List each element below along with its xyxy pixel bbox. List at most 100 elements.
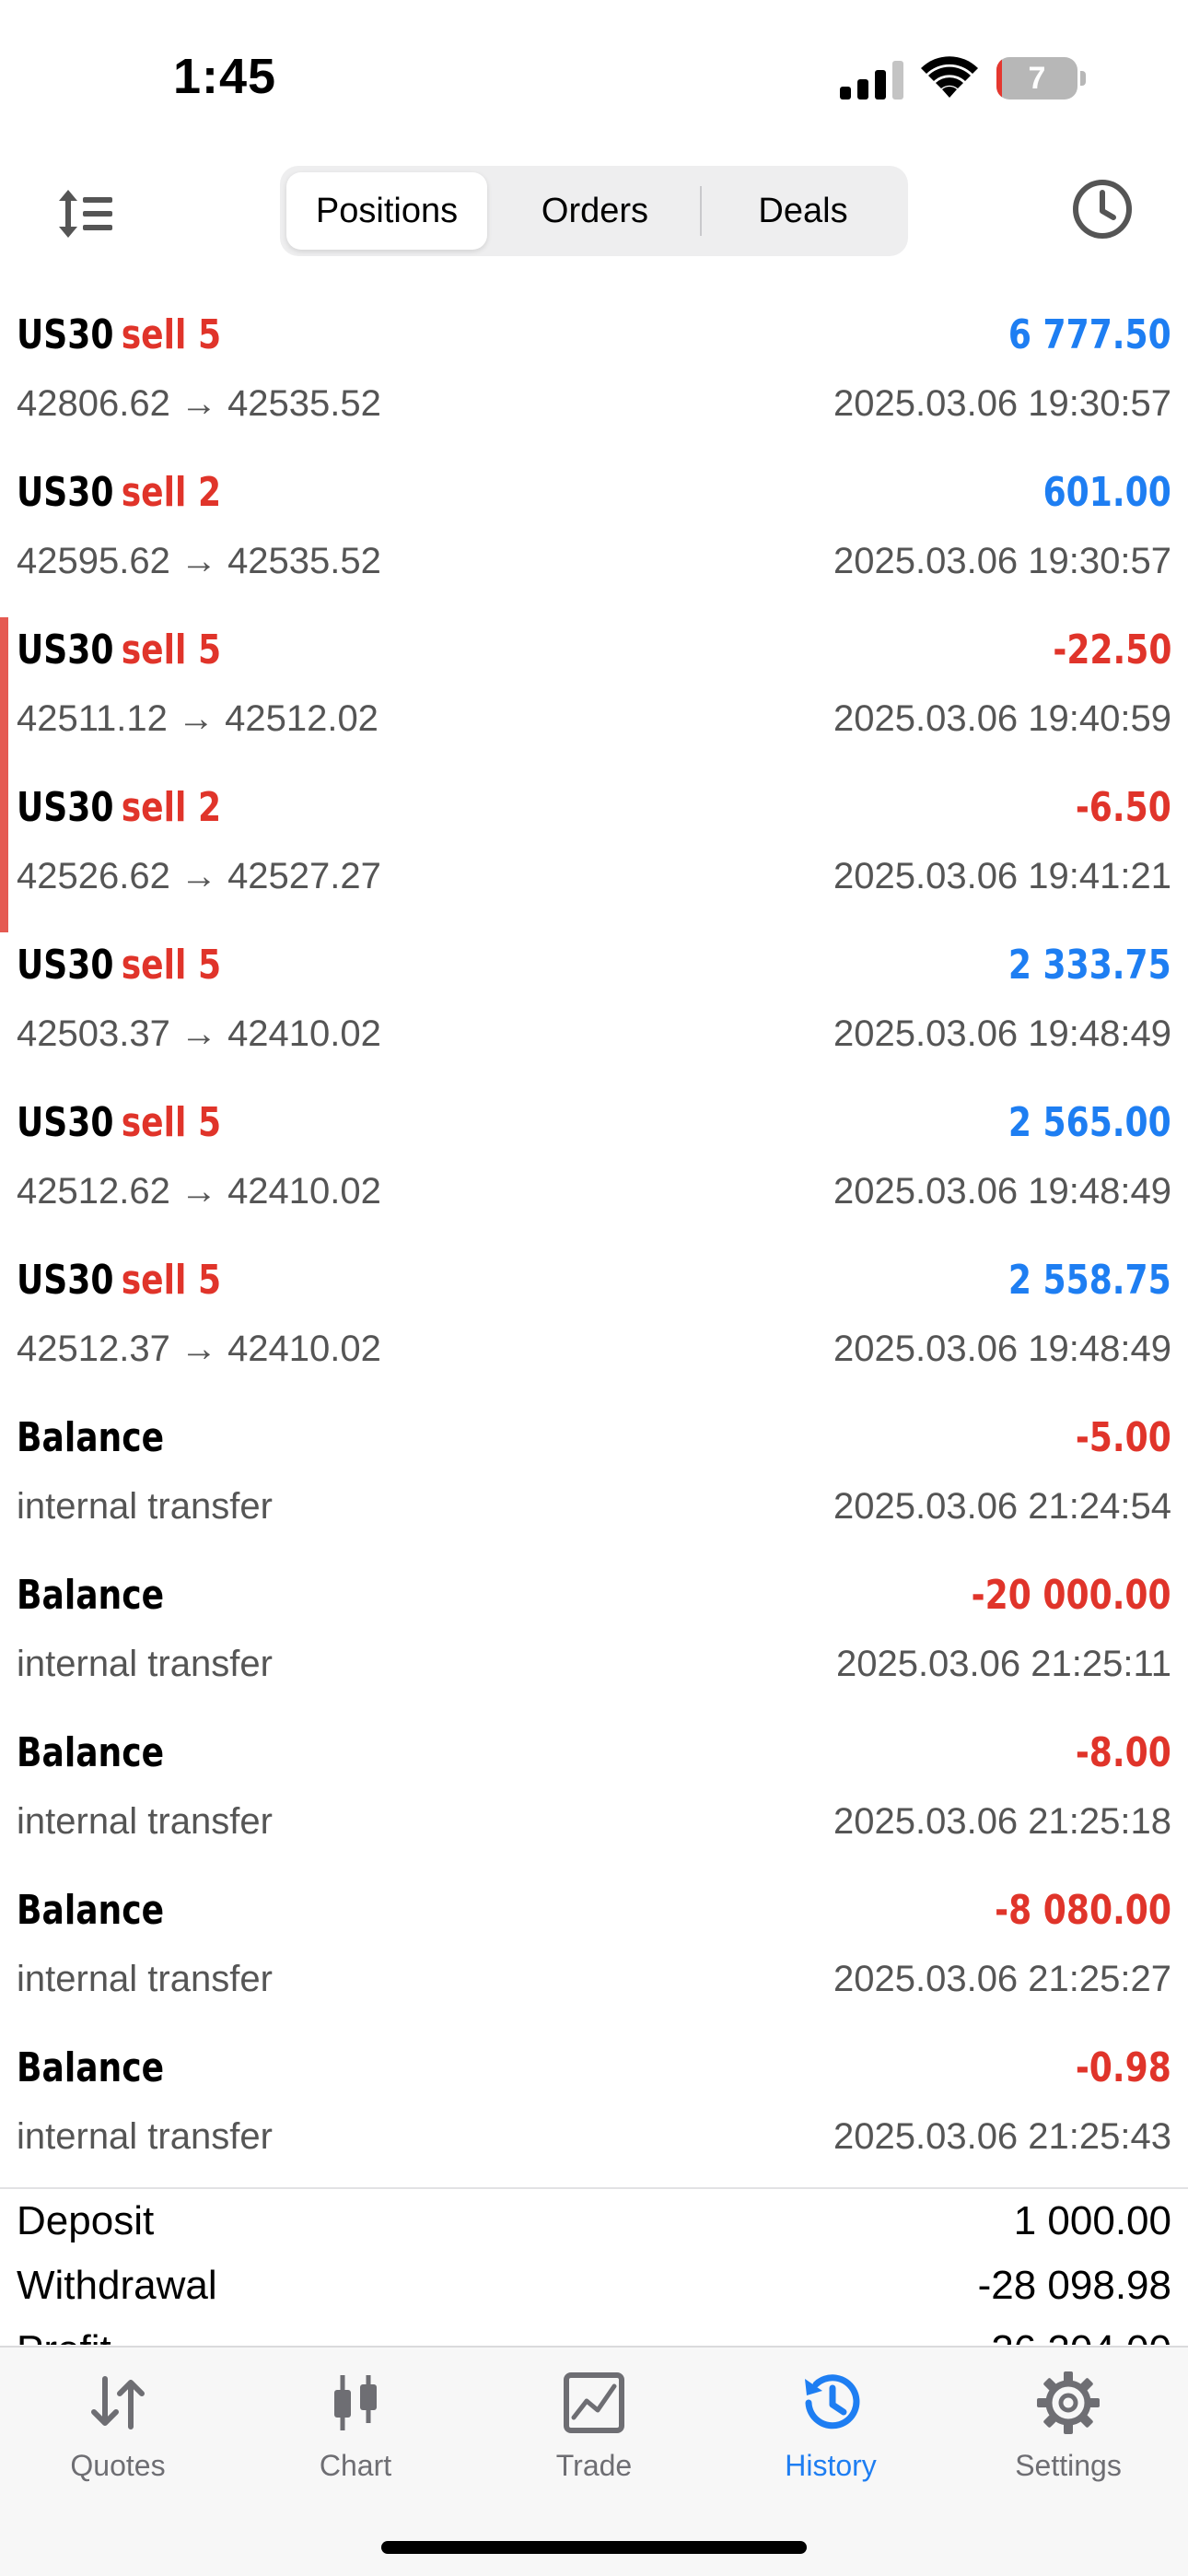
row-amount: 2 333.75	[1008, 942, 1171, 989]
row-subtitle: internal transfer	[17, 1486, 273, 1527]
history-clock-icon	[805, 2374, 860, 2430]
row-symbol: Balance	[17, 1887, 165, 1934]
gear-icon	[1037, 2371, 1100, 2434]
row-symbol: Balance	[17, 2044, 165, 2091]
row-datetime: 2025.03.06 19:48:49	[833, 1013, 1171, 1054]
history-row[interactable]: Balance -8.00 internal transfer 2025.03.…	[0, 1720, 1188, 1878]
row-amount: -8 080.00	[995, 1887, 1171, 1934]
clock-icon[interactable]	[1070, 177, 1135, 241]
row-subtitle: 42526.62 → 42527.27	[17, 856, 381, 896]
row-side: sell 5	[121, 626, 222, 673]
row-subtitle: 42512.62 → 42410.02	[17, 1171, 381, 1212]
row-symbol: US30	[17, 1099, 114, 1146]
history-row[interactable]: Balance -5.00 internal transfer 2025.03.…	[0, 1405, 1188, 1563]
battery-level: 7	[1028, 61, 1046, 96]
row-marker	[0, 617, 8, 775]
row-side: sell 5	[121, 942, 222, 989]
row-datetime: 2025.03.06 21:25:11	[835, 1644, 1171, 1684]
history-row[interactable]: Balance -20 000.00 internal transfer 202…	[0, 1563, 1188, 1720]
row-amount: -20 000.00	[972, 1572, 1171, 1619]
summary-divider	[0, 2187, 1188, 2189]
view-segmented-control: Positions Orders Deals	[280, 166, 908, 256]
profit-value: 26 204.00	[991, 2327, 1171, 2345]
tab-trade[interactable]: Trade	[502, 2370, 686, 2499]
quotes-arrows-icon	[91, 2376, 145, 2430]
summary-profit: Profit 26 204.00	[17, 2322, 1171, 2345]
row-subtitle: 42503.37 → 42410.02	[17, 1013, 381, 1054]
row-subtitle: 42511.12 → 42512.02	[17, 698, 379, 739]
row-subtitle: 42595.62 → 42535.52	[17, 541, 381, 581]
row-datetime: 2025.03.06 19:41:21	[833, 856, 1171, 896]
summary-withdrawal: Withdrawal -28 098.98	[17, 2257, 1171, 2322]
row-title: US30 sell 5	[17, 311, 221, 358]
row-amount: -22.50	[1052, 626, 1171, 673]
deposit-value: 1 000.00	[1013, 2198, 1171, 2243]
row-side: sell 5	[121, 1257, 222, 1304]
row-subtitle: 42806.62 → 42535.52	[17, 383, 381, 424]
tab-trade-label: Trade	[555, 2449, 633, 2482]
tab-settings[interactable]: Settings	[976, 2370, 1160, 2499]
row-title: Balance	[17, 1729, 171, 1776]
row-subtitle: internal transfer	[17, 2116, 273, 2157]
history-row[interactable]: US30 sell 5 6 777.50 42806.62 → 42535.52 …	[0, 302, 1188, 460]
row-subtitle: 42512.37 → 42410.02	[17, 1329, 381, 1369]
tab-chart[interactable]: Chart	[263, 2370, 448, 2499]
row-title: US30 sell 2	[17, 469, 221, 516]
row-amount: 2 565.00	[1008, 1099, 1171, 1146]
row-subtitle: internal transfer	[17, 1959, 273, 1999]
status-bar: 1:45 7	[0, 0, 1188, 157]
history-row[interactable]: US30 sell 2 601.00 42595.62 → 42535.52 20…	[0, 460, 1188, 617]
profit-label: Profit	[17, 2327, 111, 2345]
home-indicator	[381, 2541, 807, 2554]
tab-deals[interactable]: Deals	[705, 172, 901, 250]
row-subtitle: internal transfer	[17, 1801, 273, 1842]
row-amount: -0.98	[1076, 2044, 1171, 2091]
row-title: Balance	[17, 2044, 171, 2091]
withdrawal-label: Withdrawal	[17, 2263, 217, 2308]
tab-history[interactable]: History	[739, 2370, 923, 2499]
row-marker	[0, 775, 8, 932]
tab-positions[interactable]: Positions	[286, 172, 487, 250]
history-row[interactable]: US30 sell 5 -22.50 42511.12 → 42512.02 20…	[0, 617, 1188, 775]
history-toolbar: Positions Orders Deals	[0, 157, 1188, 267]
tab-quotes-label: Quotes	[70, 2449, 166, 2482]
tab-quotes[interactable]: Quotes	[26, 2370, 210, 2499]
row-symbol: US30	[17, 1257, 114, 1304]
candlestick-chart-icon	[334, 2375, 377, 2430]
tab-history-label: History	[785, 2449, 877, 2482]
row-symbol: US30	[17, 784, 114, 831]
wifi-icon	[921, 56, 978, 98]
row-symbol: US30	[17, 469, 114, 516]
row-amount: 2 558.75	[1008, 1257, 1171, 1304]
sort-icon[interactable]	[57, 184, 116, 243]
row-title: US30 sell 5	[17, 942, 221, 989]
row-amount: 601.00	[1042, 469, 1171, 516]
withdrawal-value: -28 098.98	[977, 2263, 1171, 2308]
row-symbol: Balance	[17, 1572, 165, 1619]
history-row[interactable]: US30 sell 2 -6.50 42526.62 → 42527.27 202…	[0, 775, 1188, 932]
row-datetime: 2025.03.06 21:24:54	[833, 1486, 1171, 1527]
row-symbol: US30	[17, 942, 114, 989]
battery-indicator: 7	[996, 57, 1086, 100]
trade-chart-icon	[564, 2372, 624, 2433]
row-datetime: 2025.03.06 19:48:49	[833, 1171, 1171, 1212]
segment-divider	[700, 186, 702, 236]
row-title: US30 sell 5	[17, 1099, 221, 1146]
row-datetime: 2025.03.06 21:25:27	[833, 1959, 1171, 1999]
history-row[interactable]: Balance -0.98 internal transfer 2025.03.…	[0, 2035, 1188, 2193]
history-row[interactable]: Balance -8 080.00 internal transfer 2025…	[0, 1878, 1188, 2035]
history-row[interactable]: US30 sell 5 2 333.75 42503.37 → 42410.02 …	[0, 932, 1188, 1090]
tab-settings-label: Settings	[1015, 2449, 1122, 2482]
row-title: US30 sell 5	[17, 626, 221, 673]
cellular-signal-icon	[840, 61, 903, 100]
tab-orders[interactable]: Orders	[494, 172, 696, 250]
row-amount: -5.00	[1076, 1414, 1171, 1461]
row-side: sell 5	[121, 311, 222, 358]
history-row[interactable]: US30 sell 5 2 565.00 42512.62 → 42410.02 …	[0, 1090, 1188, 1247]
row-datetime: 2025.03.06 21:25:43	[833, 2116, 1171, 2157]
summary-panel: Deposit 1 000.00 Withdrawal -28 098.98 P…	[0, 2193, 1188, 2345]
tab-chart-label: Chart	[319, 2449, 392, 2482]
row-amount: -6.50	[1076, 784, 1171, 831]
row-title: US30 sell 5	[17, 1257, 221, 1304]
history-row[interactable]: US30 sell 5 2 558.75 42512.37 → 42410.02 …	[0, 1247, 1188, 1405]
